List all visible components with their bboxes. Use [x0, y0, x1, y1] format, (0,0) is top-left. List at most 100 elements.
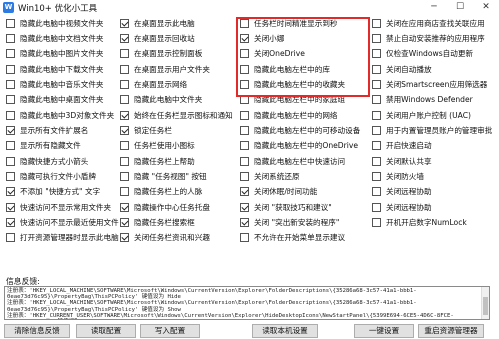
option-checkbox[interactable] — [6, 49, 15, 59]
option-checkbox[interactable] — [372, 141, 381, 151]
option-checkbox[interactable] — [372, 172, 381, 181]
option-item[interactable]: 显示所有文件扩展名 — [6, 124, 88, 136]
minimize-button[interactable]: ─ — [421, 0, 447, 15]
option-checkbox[interactable] — [240, 218, 249, 228]
option-item[interactable]: 隐藏任务栏搜索框 — [120, 217, 195, 229]
option-checkbox[interactable] — [6, 125, 15, 135]
option-checkbox[interactable] — [6, 202, 15, 212]
option-checkbox[interactable] — [120, 156, 129, 166]
option-item[interactable]: 隐藏此电脑左栏中的可移动设备 — [240, 124, 360, 136]
option-checkbox[interactable] — [6, 33, 15, 43]
option-checkbox[interactable] — [240, 202, 249, 212]
option-item[interactable]: 隐藏此电脑中下载文件夹 — [6, 63, 104, 75]
option-checkbox[interactable] — [6, 233, 15, 243]
option-checkbox[interactable] — [6, 110, 15, 120]
option-item[interactable]: 隐藏 "任务视图" 按钮 — [120, 171, 207, 183]
option-checkbox[interactable] — [6, 141, 15, 151]
option-checkbox[interactable] — [120, 187, 129, 197]
option-item[interactable]: 关闭Smartscreen应用筛选器 — [372, 78, 487, 90]
option-item[interactable]: 关闭防火墙 — [372, 171, 424, 183]
one-click-setup-button[interactable]: 一键设置 — [354, 324, 414, 338]
option-checkbox[interactable] — [372, 125, 381, 135]
option-item[interactable]: 不添加 "快捷方式" 文字 — [6, 186, 100, 198]
option-item[interactable]: 打开资源管理器时显示此电脑 — [6, 232, 119, 244]
option-item[interactable]: 隐藏此电脑中视频文件夹 — [6, 17, 104, 29]
option-checkbox[interactable] — [120, 79, 129, 89]
option-item[interactable]: 快速访问不显示最近使用文件 — [6, 217, 119, 229]
option-item[interactable]: 隐藏任务栏上的人脉 — [120, 186, 202, 198]
option-checkbox[interactable] — [6, 18, 15, 28]
option-checkbox[interactable] — [120, 33, 129, 43]
option-item[interactable]: 隐藏此电脑中桌面文件夹 — [6, 94, 104, 106]
maximize-button[interactable]: ☐ — [447, 0, 473, 15]
option-item[interactable]: 关闭默认共享 — [372, 155, 432, 167]
option-checkbox[interactable] — [120, 95, 129, 105]
option-checkbox[interactable] — [6, 95, 15, 105]
option-checkbox[interactable] — [120, 110, 129, 120]
option-item[interactable]: 关闭远程协助 — [372, 186, 432, 198]
option-checkbox[interactable] — [372, 156, 381, 166]
option-item[interactable]: 隐藏此电脑中文件夹 — [120, 94, 202, 106]
option-checkbox[interactable] — [372, 49, 381, 59]
scrollbar-thumb[interactable] — [483, 297, 488, 315]
option-checkbox[interactable] — [372, 18, 381, 28]
option-checkbox[interactable] — [372, 95, 381, 105]
option-checkbox[interactable] — [120, 18, 129, 28]
option-checkbox[interactable] — [6, 218, 15, 228]
option-item[interactable]: 关闭用户账户控制 (UAC) — [372, 109, 471, 121]
option-checkbox[interactable] — [372, 187, 381, 197]
option-item[interactable]: 关闭自动播放 — [372, 63, 432, 75]
option-item[interactable]: 隐藏可执行文件小盾牌 — [6, 171, 96, 183]
option-checkbox[interactable] — [120, 49, 129, 59]
option-checkbox[interactable] — [120, 141, 129, 151]
option-item[interactable]: 在桌面显示网络 — [120, 78, 187, 90]
option-item[interactable]: 仅检查Windows自动更新 — [372, 48, 473, 60]
option-item[interactable]: 不允许在开始菜单显示建议 — [240, 232, 345, 244]
option-checkbox[interactable] — [240, 125, 249, 135]
option-checkbox[interactable] — [120, 218, 129, 228]
option-item[interactable]: 隐藏此电脑中音乐文件夹 — [6, 78, 104, 90]
option-checkbox[interactable] — [120, 64, 129, 74]
option-checkbox[interactable] — [240, 187, 249, 197]
option-item[interactable]: 禁用Windows Defender — [372, 94, 473, 106]
option-checkbox[interactable] — [6, 79, 15, 89]
option-item[interactable]: 隐藏任务栏上帮助 — [120, 155, 195, 167]
option-item[interactable]: 隐藏此电脑左栏中的OneDrive — [240, 140, 358, 152]
option-checkbox[interactable] — [372, 202, 381, 212]
option-checkbox[interactable] — [120, 202, 129, 212]
option-checkbox[interactable] — [6, 64, 15, 74]
option-checkbox[interactable] — [6, 187, 15, 197]
option-item[interactable]: 始终在任务栏显示图标和通知 — [120, 109, 233, 121]
option-item[interactable]: 关闭休眠/时间功能 — [240, 186, 317, 198]
option-checkbox[interactable] — [240, 141, 249, 151]
option-checkbox[interactable] — [6, 156, 15, 166]
option-item[interactable]: 关闭 "获取技巧和建议" — [240, 201, 332, 213]
restart-explorer-button[interactable]: 重启资源管理器 — [418, 324, 484, 338]
read-config-button[interactable]: 读取配置 — [76, 324, 136, 338]
option-item[interactable]: 开机开启数字NumLock — [372, 217, 467, 229]
option-item[interactable]: 用于内置管理员账户的管理审批 — [372, 124, 492, 136]
log-scrollbar[interactable] — [481, 287, 489, 319]
option-item[interactable]: 锁定任务栏 — [120, 124, 172, 136]
option-item[interactable]: 显示所有隐藏文件 — [6, 140, 81, 152]
option-item[interactable]: 关闭远程协助 — [372, 201, 432, 213]
option-item[interactable]: 任务栏使用小图标 — [120, 140, 195, 152]
option-item[interactable]: 隐藏快捷方式小箭头 — [6, 155, 88, 167]
option-checkbox[interactable] — [240, 156, 249, 166]
option-checkbox[interactable] — [120, 233, 129, 243]
option-item[interactable]: 隐藏此电脑中3D对象文件夹 — [6, 109, 114, 121]
option-checkbox[interactable] — [240, 172, 249, 181]
option-item[interactable]: 关闭在应用商店查找关联应用 — [372, 17, 485, 29]
option-checkbox[interactable] — [372, 218, 381, 228]
option-checkbox[interactable] — [120, 125, 129, 135]
read-local-settings-button[interactable]: 读取本机设置 — [252, 324, 318, 338]
option-item[interactable]: 在桌面显示控制面板 — [120, 48, 202, 60]
option-checkbox[interactable] — [372, 79, 381, 89]
option-item[interactable]: 隐藏此电脑左栏中的网络 — [240, 109, 338, 121]
option-checkbox[interactable] — [120, 172, 129, 181]
option-checkbox[interactable] — [372, 33, 381, 43]
option-item[interactable]: 在桌面显示此电脑 — [120, 17, 195, 29]
option-checkbox[interactable] — [240, 233, 249, 243]
close-button[interactable]: ✕ — [473, 0, 499, 15]
clear-log-button[interactable]: 清除信息反馈 — [4, 324, 70, 338]
